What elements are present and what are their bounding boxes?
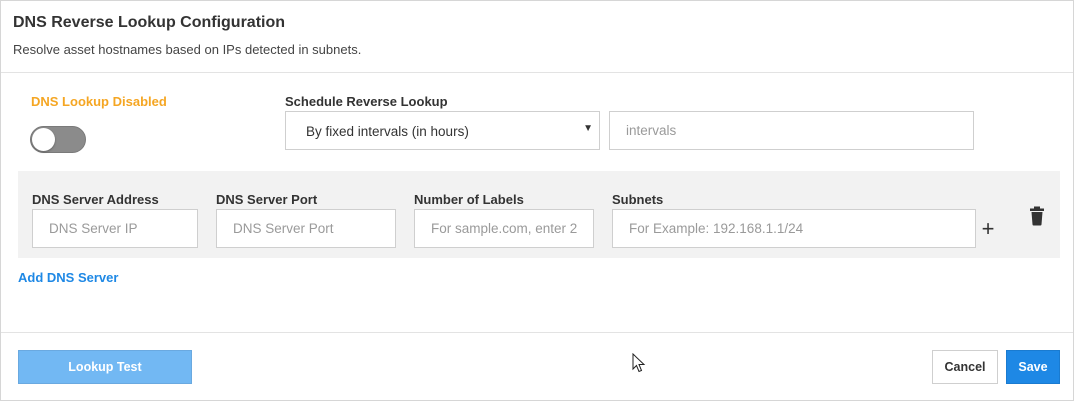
caret-down-icon: ▼ [583, 123, 593, 134]
subnets-label: Subnets [612, 192, 664, 207]
add-dns-server-link[interactable]: Add DNS Server [18, 270, 118, 285]
number-of-labels-input[interactable] [414, 209, 594, 248]
page-title: DNS Reverse Lookup Configuration [13, 14, 286, 31]
schedule-select[interactable]: By fixed intervals (in hours) ▼ [285, 111, 600, 150]
page-subtitle: Resolve asset hostnames based on IPs det… [13, 42, 362, 57]
dns-server-port-input[interactable] [216, 209, 396, 248]
dns-server-ip-input[interactable] [32, 209, 198, 248]
number-of-labels-label: Number of Labels [414, 192, 524, 207]
intervals-input[interactable] [609, 111, 974, 150]
dialog: DNS Reverse Lookup Configuration Resolve… [0, 0, 1074, 401]
cancel-button[interactable]: Cancel [932, 350, 998, 384]
subnets-input[interactable] [612, 209, 976, 248]
schedule-label: Schedule Reverse Lookup [285, 94, 448, 109]
lookup-test-button[interactable]: Lookup Test [18, 350, 192, 384]
dns-server-address-label: DNS Server Address [32, 192, 159, 207]
save-button[interactable]: Save [1006, 350, 1060, 384]
toggle-knob [32, 128, 55, 151]
dns-server-port-label: DNS Server Port [216, 192, 318, 207]
mouse-cursor-icon [632, 353, 646, 373]
dns-lookup-toggle[interactable] [30, 126, 86, 153]
dialog-header: DNS Reverse Lookup Configuration Resolve… [1, 1, 1073, 73]
schedule-select-value: By fixed intervals (in hours) [306, 124, 469, 139]
trash-icon[interactable] [1029, 206, 1045, 226]
plus-icon[interactable]: + [978, 216, 998, 242]
dns-lookup-status-label: DNS Lookup Disabled [31, 94, 167, 109]
